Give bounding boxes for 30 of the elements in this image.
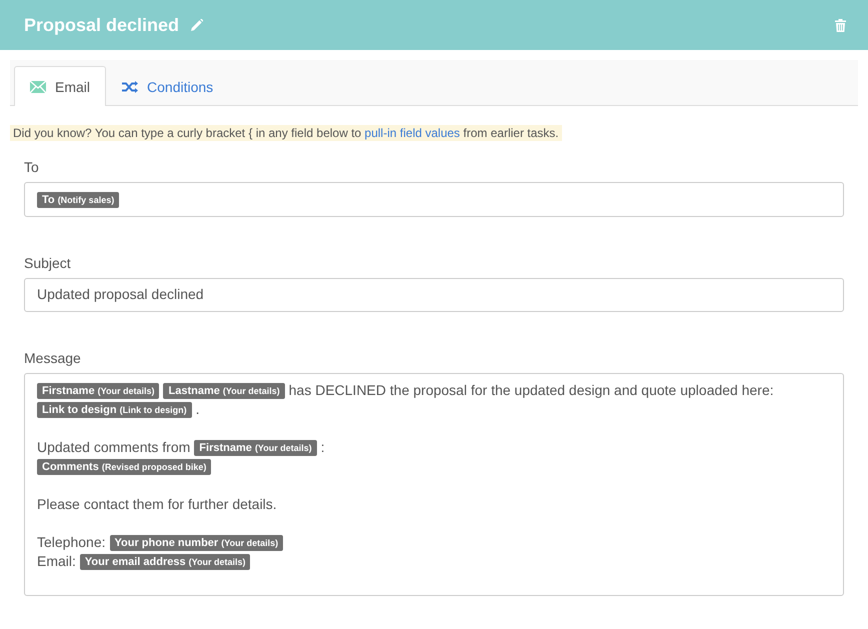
field-tag: To (Notify sales): [37, 192, 120, 208]
field-tag: Firstname (Your details): [37, 382, 160, 398]
pencil-icon[interactable]: [191, 19, 204, 31]
message-editor[interactable]: [24, 373, 844, 596]
message-text: has DECLINED the proposal for the updated design and quote uploaded here:: [288, 381, 774, 400]
message-text: Please contact them for further details.: [37, 495, 277, 514]
message-text: Telephone:: [37, 533, 106, 552]
message-text: .: [196, 400, 200, 419]
field-values-link[interactable]: pull-in field values: [364, 126, 460, 140]
field-label: Subject: [24, 255, 72, 271]
form-title: Proposal declined: [24, 14, 180, 36]
envelope-icon: [30, 80, 46, 92]
trash-icon[interactable]: [835, 18, 846, 32]
hint-text: Did you know? You can type a curly bracket { in any field below to pull-in field values from earlier tasks.: [10, 125, 562, 141]
message-text: Email:: [37, 552, 76, 571]
tab[interactable]: Email: [14, 66, 106, 106]
message-text: Updated comments from: [37, 438, 190, 457]
field-label: Message: [24, 350, 82, 366]
input-field[interactable]: Updated proposal declined: [24, 278, 844, 312]
field-tag: Firstname (Your details): [194, 440, 317, 456]
shuffle-icon: [122, 81, 138, 93]
input-field[interactable]: To (Notify sales): [24, 182, 844, 217]
message-text: :: [320, 438, 325, 457]
field-tag: Comments (Revised proposed bike): [37, 458, 212, 474]
field-tag: Your email address (Your details): [80, 554, 250, 570]
tab[interactable]: Conditions: [106, 67, 230, 106]
field-tag: Link to design (Link to design): [37, 402, 192, 418]
field-label: To: [24, 159, 40, 175]
field-tag: Lastname (Your details): [163, 382, 285, 398]
field-tag: Your phone number (Your details): [110, 534, 284, 550]
